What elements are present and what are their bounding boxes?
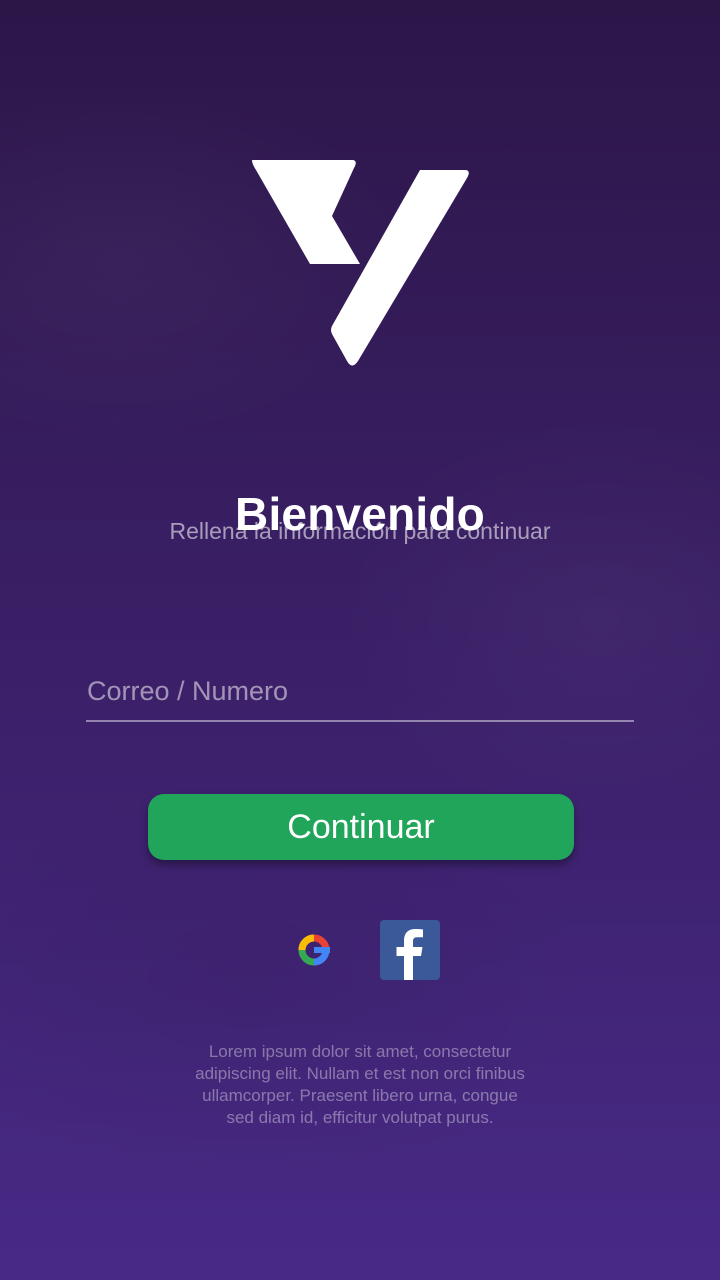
email-or-phone-input[interactable] [86, 666, 634, 716]
email-or-phone-field[interactable] [86, 666, 634, 722]
welcome-subtitle: Rellena la información para continuar [169, 518, 551, 544]
google-login-button[interactable] [284, 920, 344, 980]
google-icon [298, 934, 330, 966]
continue-button[interactable]: Continuar [148, 794, 574, 860]
brand-logo [248, 156, 472, 368]
legal-text: Lorem ipsum dolor sit amet, consectetur … [195, 1042, 525, 1127]
facebook-icon [380, 920, 440, 980]
v-logo-icon [252, 160, 469, 366]
facebook-login-button[interactable] [380, 920, 440, 980]
login-screen: Bienvenido Rellena la información para c… [0, 0, 720, 1280]
